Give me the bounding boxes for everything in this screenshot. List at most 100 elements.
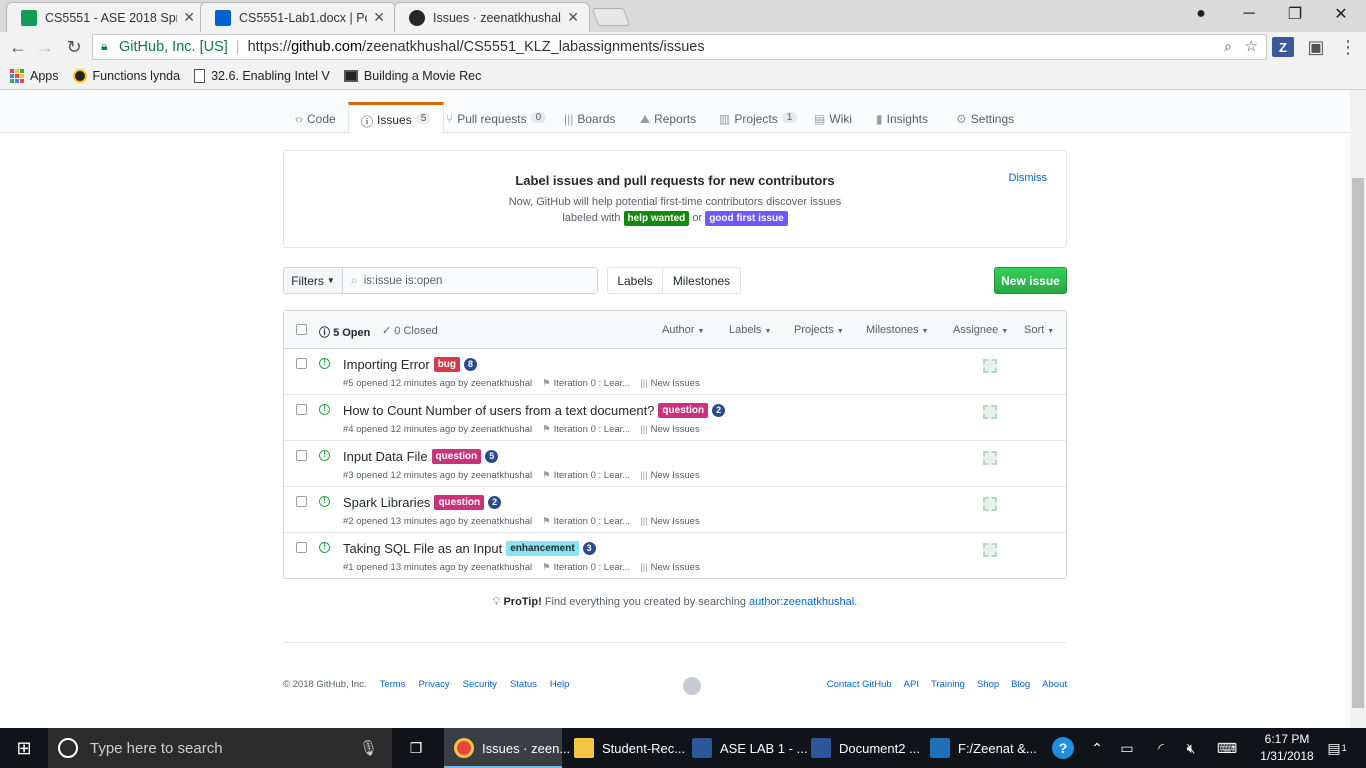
protip-author-link[interactable]: author:zeenatkhushal [749,596,854,608]
author-filter[interactable]: Author ▼ [662,324,704,336]
footer-link-terms[interactable]: Terms [380,679,406,690]
wifi-icon[interactable]: ◜ [1150,728,1172,768]
new-tab-button[interactable] [591,8,631,26]
tab-settings[interactable]: ⚙ Settings [956,112,1014,142]
taskbar-app-word-2[interactable]: Document2 ... [801,728,920,768]
browser-tab-1[interactable]: CS5551 - ASE 2018 Sprin ✕ [6,2,206,32]
task-view-icon[interactable]: ❒ [400,728,432,768]
profile-icon[interactable]: ● [1178,0,1224,28]
tab-wiki[interactable]: ▤ Wiki [814,112,852,142]
bookmark-movie-rec[interactable]: Building a Movie Rec [343,69,481,83]
windows-start-icon[interactable]: ⊞ [0,728,48,768]
projects-filter[interactable]: Projects ▼ [794,324,844,336]
assignee-avatar[interactable] [983,497,997,511]
assignee-filter[interactable]: Assignee ▼ [953,324,1008,336]
issue-row[interactable]: ! How to Count Number of users from a tex… [284,395,1066,441]
new-issue-button[interactable]: New issue [994,267,1067,294]
battery-icon[interactable]: ▭ [1116,728,1138,768]
select-all-checkbox[interactable] [296,324,307,335]
assignee-avatar[interactable] [983,451,997,465]
help-wanted-label[interactable]: help wanted [623,211,690,226]
bookmark-intel[interactable]: 32.6. Enabling Intel V [194,68,330,83]
footer-link-help[interactable]: Help [550,679,570,690]
restore-button[interactable]: ❐ [1272,0,1318,28]
milestone-link[interactable]: Iteration 0 : Lear... [554,378,631,389]
issue-title-link[interactable]: Taking SQL File as an Input [343,541,502,556]
issue-checkbox[interactable] [296,542,307,553]
footer-link-blog[interactable]: Blog [1011,679,1030,690]
zoom-search-icon[interactable]: ⌕ [1224,38,1232,55]
footer-link-shop[interactable]: Shop [977,679,999,690]
bookmark-star-icon[interactable]: ☆ [1245,37,1258,55]
forward-arrow-icon[interactable]: → [33,36,57,58]
issues-search-input[interactable]: ⌕ is:issue is:open [342,267,598,294]
taskbar-app-chrome[interactable]: Issues · zeen... [444,728,570,768]
labels-filter[interactable]: Labels ▼ [729,324,771,336]
tab-projects[interactable]: ▥ Projects 1 [719,112,798,142]
back-arrow-icon[interactable]: ← [6,36,30,58]
page-scrollbar-thumb[interactable] [1352,178,1364,708]
issue-title-link[interactable]: Input Data File [343,449,428,464]
issue-checkbox[interactable] [296,450,307,461]
milestones-filter[interactable]: Milestones ▼ [866,324,929,336]
milestones-button[interactable]: Milestones [662,267,741,294]
tab-issues[interactable]: ⓘ Issues 5 [348,102,445,134]
milestone-link[interactable]: Iteration 0 : Lear... [554,516,631,527]
issue-label[interactable]: enhancement [506,541,579,556]
project-link[interactable]: New Issues [651,562,700,573]
assignee-avatar[interactable] [983,359,997,373]
taskbar-app-terminal[interactable]: F:/Zeenat &... [920,728,1038,768]
tab-pull-requests[interactable]: ⑂ Pull requests 0 [446,112,547,142]
issue-row[interactable]: ! Taking SQL File as an Input enhancement 3… [284,533,1066,579]
issue-label[interactable]: question [431,449,482,464]
close-icon[interactable]: ✕ [567,9,579,26]
minimize-button[interactable]: ─ [1226,0,1272,28]
footer-link-privacy[interactable]: Privacy [418,679,449,690]
issue-row[interactable]: ! Spark Libraries question 2 #2 opened 13 mi… [284,487,1066,533]
window-close-button[interactable]: ✕ [1318,0,1364,28]
taskbar-search-box[interactable]: Type here to search 🎙︎ [48,728,392,768]
closed-issues-toggle[interactable]: ✓ 0 Closed [382,324,438,337]
dismiss-link[interactable]: Dismiss [1009,172,1048,184]
assignee-avatar[interactable] [983,543,997,557]
milestone-link[interactable]: Iteration 0 : Lear... [554,562,631,573]
tab-code[interactable]: ‹› Code [295,112,336,142]
chevron-up-icon[interactable]: ⌃ [1086,728,1108,768]
footer-link-security[interactable]: Security [463,679,497,690]
project-link[interactable]: New Issues [651,516,700,527]
browser-tab-2[interactable]: CS5551-Lab1.docx | Pow ✕ [200,2,396,32]
taskbar-app-explorer[interactable]: Student-Rec... [564,728,685,768]
issue-row[interactable]: ! Importing Error bug 8 #5 opened 12 minutes… [284,349,1066,395]
good-first-issue-label[interactable]: good first issue [705,211,788,226]
milestone-link[interactable]: Iteration 0 : Lear... [554,470,631,481]
notifications-icon[interactable]: ▤ 1 [1322,728,1352,768]
bookmark-apps[interactable]: Apps [10,68,59,83]
address-bar[interactable]: 🔒︎ GitHub, Inc. [US] | https://github.co… [92,34,1267,60]
microphone-icon[interactable]: 🎙︎ [359,739,378,757]
close-icon[interactable]: ✕ [183,9,195,26]
issue-title-link[interactable]: How to Count Number of users from a text… [343,403,654,418]
footer-link-api[interactable]: API [904,679,919,690]
open-issues-toggle[interactable]: ⓘ 5 Open [319,324,370,340]
reload-icon[interactable]: ↻ [62,36,86,58]
sort-filter[interactable]: Sort ▼ [1024,324,1054,336]
menu-icon[interactable]: ⋮ [1336,36,1360,58]
bookmark-functions-lynda[interactable]: Functions lynda [72,68,180,83]
filters-dropdown[interactable]: Filters ▼ [283,267,343,294]
tab-reports[interactable]: ⛰ Reports [640,112,696,142]
issue-checkbox[interactable] [296,496,307,507]
footer-link-about[interactable]: About [1042,679,1067,690]
print-icon[interactable]: ▣ [1304,36,1328,58]
issue-label[interactable]: question [658,403,709,418]
volume-muted-icon[interactable]: 🔇︎ [1180,728,1202,768]
footer-link-status[interactable]: Status [510,679,537,690]
help-icon[interactable]: ? [1046,728,1080,768]
issue-title-link[interactable]: Importing Error [343,357,430,372]
issue-title-link[interactable]: Spark Libraries [343,495,430,510]
taskbar-clock[interactable]: 6:17 PM 1/31/2018 [1252,731,1322,765]
issue-label[interactable]: bug [433,357,461,372]
taskbar-app-word-1[interactable]: ASE LAB 1 - ... [682,728,807,768]
project-link[interactable]: New Issues [651,470,700,481]
labels-button[interactable]: Labels [607,267,663,294]
close-icon[interactable]: ✕ [373,9,385,26]
